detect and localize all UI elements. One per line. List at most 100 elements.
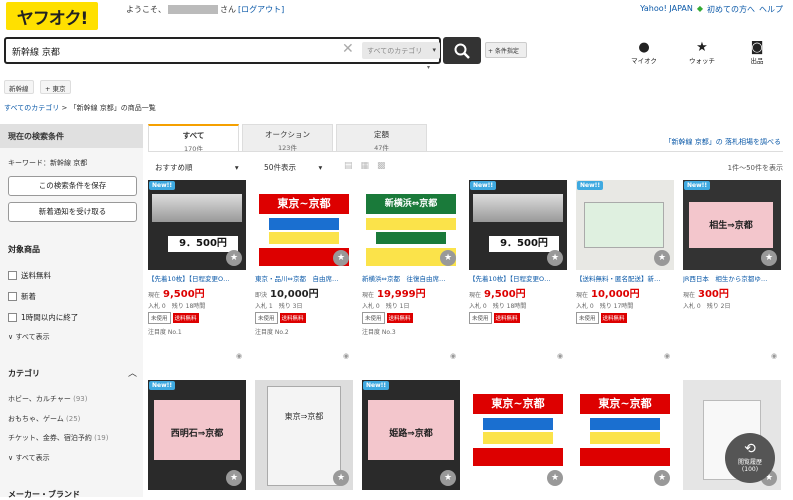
clear-icon[interactable]: ✕ — [342, 41, 354, 57]
category-item[interactable]: おもちゃ、ゲーム (25) — [8, 414, 80, 424]
item-card[interactable]: 東京~京都 ★ — [469, 380, 567, 490]
watch-star-icon[interactable]: ★ — [547, 470, 563, 486]
per-page-label: 50件表示 — [264, 163, 297, 172]
item-title[interactable]: 東京・品川⇔京都 自由席… — [255, 273, 353, 283]
item-image-caption: 東京~京都 — [259, 194, 349, 214]
item-card[interactable]: 西明石⇒京都 New!! ★ — [148, 380, 246, 490]
check-new[interactable]: 新着 — [8, 291, 36, 302]
item-image[interactable]: 9．500円 New!! ★ — [469, 180, 567, 270]
logout-link[interactable]: [ログアウト] — [238, 4, 284, 15]
item-title[interactable]: 【先着10枚】【日程変更O… — [148, 273, 246, 283]
market-price-link[interactable]: 「新幹線 京都」の 落札相場を調べる — [665, 137, 781, 147]
watch-star-icon[interactable]: ★ — [654, 250, 670, 266]
item-image[interactable]: 新横浜⇔京都 ★ — [362, 180, 460, 270]
welcome-message: ようこそ、 さん [ログアウト] — [126, 4, 284, 15]
save-conditions-button[interactable]: この検索条件を保存 — [8, 176, 137, 196]
breadcrumb-root[interactable]: すべてのカテゴリ — [4, 104, 59, 112]
item-card[interactable]: 東京~京都 ★ 東京・品川⇔京都 自由席… 即決 10,000円 入札 1 残り 3日 未使… — [255, 180, 353, 336]
free-shipping-badge: 送料無料 — [600, 313, 627, 323]
free-shipping-badge: 送料無料 — [279, 313, 306, 323]
eye-icon: ◉ — [450, 352, 457, 360]
free-shipping-badge: 送料無料 — [386, 313, 413, 323]
search-input[interactable]: 新幹線 京都 — [12, 45, 60, 58]
large-grid-icon[interactable]: ▩ — [377, 161, 394, 171]
condition-button[interactable]: + 条件指定 — [485, 42, 527, 58]
search-box[interactable]: 新幹線 京都 ✕ すべてのカテゴリ ▾ — [4, 37, 441, 64]
item-title[interactable]: 新横浜⇔京都 往復自由席… — [362, 273, 460, 283]
star-icon: ★ — [696, 40, 708, 55]
sort-select[interactable]: おすすめ順 ▾ — [155, 162, 239, 173]
item-card[interactable]: 姫路⇒京都 New!! ★ — [362, 380, 460, 490]
time-remaining: 残り 3日 — [278, 303, 303, 310]
watch-star-icon[interactable]: ★ — [440, 250, 456, 266]
item-card[interactable]: 東京⇒京都 ★ — [255, 380, 353, 490]
grid-view-icon[interactable]: ▦ — [361, 161, 378, 171]
tag-shinkansen[interactable]: 新幹線 — [4, 80, 34, 94]
tag-tokyo[interactable]: + 東京 — [40, 80, 71, 94]
sidebar: 現在の検索条件 キーワード：新幹線 京都 この検索条件を保存 新着通知を受け取る… — [0, 124, 143, 499]
notify-button[interactable]: 新着通知を受け取る — [8, 202, 137, 222]
item-card[interactable]: 9．500円 New!! ★ 【先着10枚】【日程変更O… 現在 9,500円 入札 0 残… — [469, 180, 567, 324]
item-image[interactable]: New!! ★ — [576, 180, 674, 270]
item-image[interactable]: 西明石⇒京都 New!! ★ — [148, 380, 246, 490]
watch-star-icon[interactable]: ★ — [333, 250, 349, 266]
tab-fixed-price[interactable]: 定額 47件 — [336, 124, 427, 152]
tab-label: すべて — [182, 131, 205, 140]
item-image[interactable]: 東京~京都 ★ — [469, 380, 567, 490]
item-card[interactable]: New!! ★ 【送料無料・匿名配送】新… 現在 10,000円 入札 0 残り 17時間… — [576, 180, 674, 324]
category-item[interactable]: ホビー、カルチャー (93) — [8, 394, 87, 404]
category-select[interactable]: すべてのカテゴリ ▾ — [362, 42, 440, 59]
chevron-up-icon[interactable]: ︿ — [128, 366, 137, 379]
view-toggle[interactable]: ▤▦▩ — [344, 161, 394, 171]
item-card[interactable]: 東京~京都 ★ — [576, 380, 674, 490]
item-title[interactable]: 【先着10枚】【日程変更O… — [469, 273, 567, 283]
watch-star-icon[interactable]: ★ — [226, 470, 242, 486]
item-card[interactable]: 新横浜⇔京都 ★ 新横浜⇔京都 往復自由席… 現在 19,999円 入札 0 残り 1日未… — [362, 180, 460, 336]
show-all-link[interactable]: ∨ すべて表示 — [8, 332, 50, 342]
watch-star-icon[interactable]: ★ — [333, 470, 349, 486]
tab-all[interactable]: すべて 170件 — [148, 124, 239, 153]
sell-button[interactable]: ◙ 出品 — [737, 40, 777, 65]
yahuoku-logo[interactable]: ヤフオク! — [6, 2, 98, 30]
watch-button[interactable]: ★ ウォッチ — [682, 40, 722, 65]
watch-star-icon[interactable]: ★ — [440, 470, 456, 486]
check-free-shipping[interactable]: 送料無料 — [8, 270, 51, 281]
checkbox[interactable] — [8, 271, 17, 280]
beginner-link[interactable]: 初めての方へ — [707, 4, 755, 15]
list-view-icon[interactable]: ▤ — [344, 161, 361, 171]
per-page-select[interactable]: 50件表示 ▾ — [264, 162, 322, 173]
item-image[interactable]: 姫路⇒京都 New!! ★ — [362, 380, 460, 490]
bid-count: 入札 0 — [362, 303, 380, 310]
item-image-caption: 東京~京都 — [580, 394, 670, 414]
tab-auction[interactable]: オークション 123件 — [242, 124, 333, 152]
item-image[interactable]: 相生⇒京都 New!! ★ — [683, 180, 781, 270]
item-card[interactable]: 9．500円 New!! ★ 【先着10枚】【日程変更O… 現在 9,500円 入札 0 残… — [148, 180, 246, 336]
watch-star-icon[interactable]: ★ — [654, 470, 670, 486]
mypage-button[interactable]: ● マイオク — [624, 40, 664, 65]
watch-star-icon[interactable]: ★ — [547, 250, 563, 266]
watch-star-icon[interactable]: ★ — [761, 250, 777, 266]
item-image[interactable]: 東京~京都 ★ — [255, 180, 353, 270]
help-link[interactable]: ヘルプ — [759, 4, 783, 15]
watch-star-icon[interactable]: ★ — [226, 250, 242, 266]
yahoo-japan-link[interactable]: Yahoo! JAPAN — [640, 4, 693, 15]
show-all-link[interactable]: ∨ すべて表示 — [8, 453, 50, 463]
target-heading: 対象商品 — [8, 245, 40, 254]
item-image[interactable]: 9．500円 New!! ★ — [148, 180, 246, 270]
history-button[interactable]: ⟲ 閲覧履歴 (100) — [725, 433, 775, 483]
item-image[interactable]: 東京⇒京都 ★ — [255, 380, 353, 490]
item-card[interactable]: 相生⇒京都 New!! ★ JR西日本 相生から京都ゆ… 現在 300円 入札 0 残り 2… — [683, 180, 781, 310]
new-badge: New!! — [684, 181, 711, 190]
item-title[interactable]: JR西日本 相生から京都ゆ… — [683, 273, 781, 283]
checkbox[interactable] — [8, 313, 17, 322]
search-button[interactable] — [443, 37, 481, 64]
welcome-prefix: ようこそ、 — [126, 5, 166, 14]
item-title[interactable]: 【送料無料・匿名配送】新… — [576, 273, 674, 283]
check-ending-soon[interactable]: 1時間以内に終了 — [8, 312, 78, 323]
new-badge: New!! — [363, 381, 390, 390]
item-image-caption: 新横浜⇔京都 — [366, 194, 456, 214]
checkbox[interactable] — [8, 292, 17, 301]
category-count: (19) — [94, 434, 109, 442]
category-item[interactable]: チケット、金券、宿泊予約 (19) — [8, 433, 108, 443]
item-image[interactable]: 東京~京都 ★ — [576, 380, 674, 490]
